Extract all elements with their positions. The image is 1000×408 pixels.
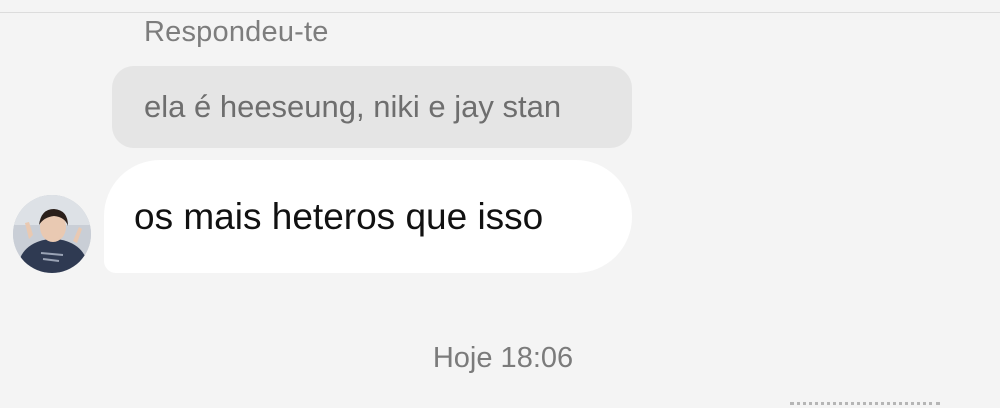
- message-bubble[interactable]: os mais heteros que isso: [104, 160, 632, 273]
- top-divider: [0, 12, 1000, 13]
- cutoff-next-item: [790, 398, 960, 408]
- user-avatar-icon[interactable]: [13, 195, 91, 273]
- quoted-message-bubble[interactable]: ela é heeseung, niki e jay stan: [112, 66, 632, 148]
- message-text: os mais heteros que isso: [134, 195, 544, 237]
- quoted-message-text: ela é heeseung, niki e jay stan: [144, 89, 562, 124]
- reply-header: Respondeu-te: [144, 16, 329, 48]
- timestamp: Hoje 18:06: [432, 342, 574, 374]
